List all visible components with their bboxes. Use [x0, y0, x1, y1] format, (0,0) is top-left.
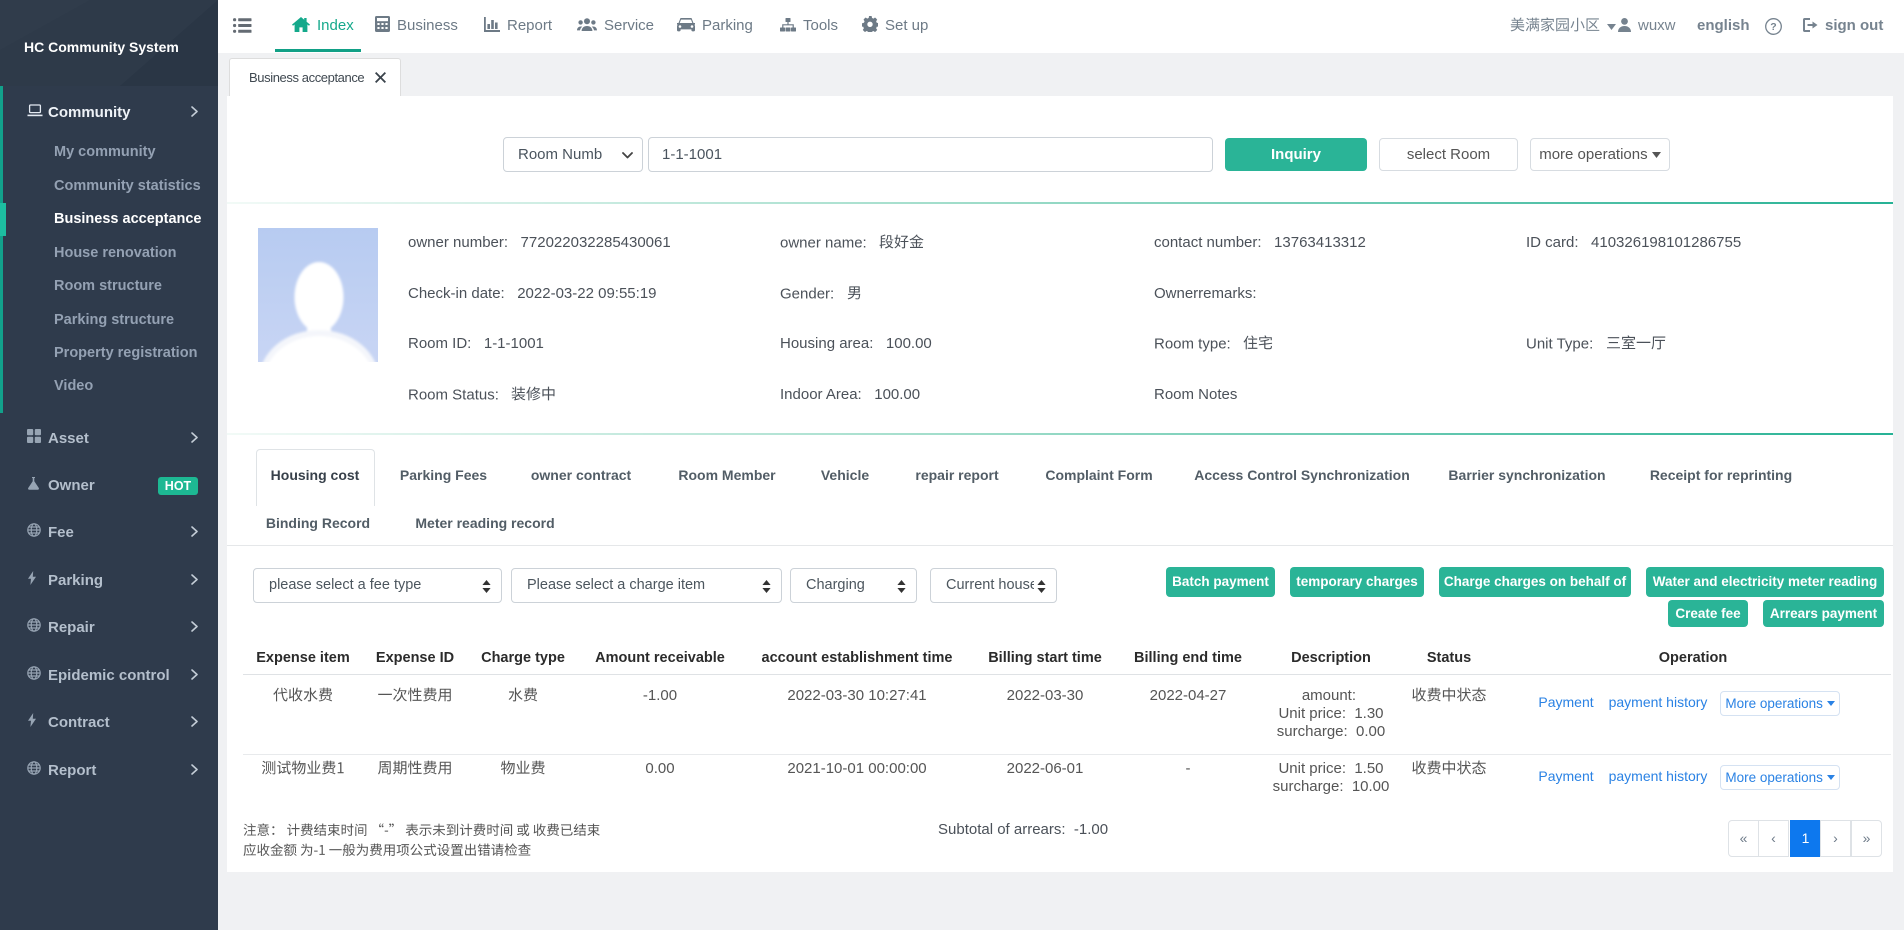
svg-text:?: ?: [1770, 21, 1776, 33]
